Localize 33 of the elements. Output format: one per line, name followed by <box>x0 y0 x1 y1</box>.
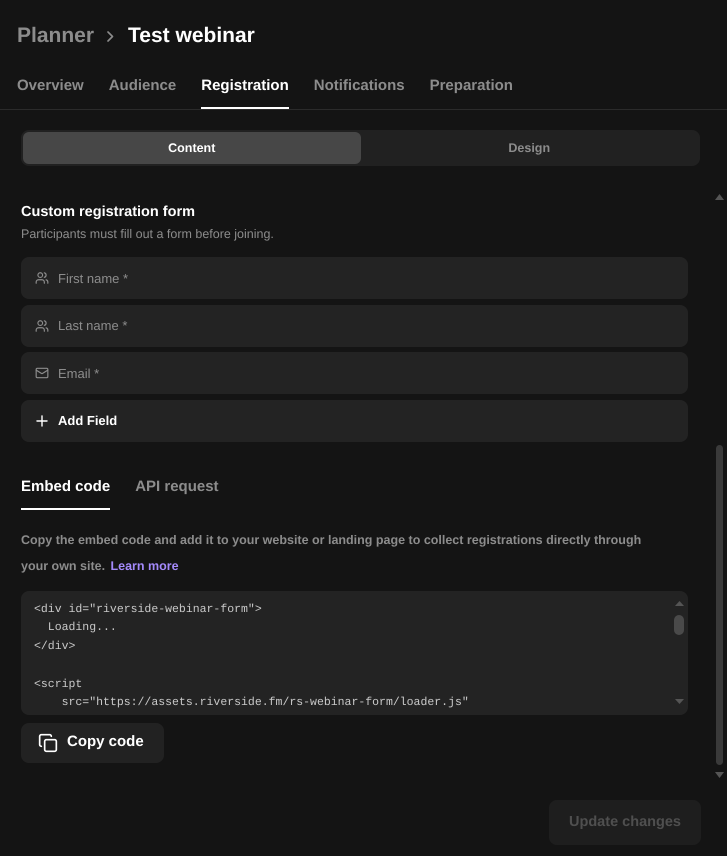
segment-button[interactable]: Design <box>360 132 698 164</box>
users-icon <box>35 271 49 285</box>
email-field[interactable]: Email * <box>21 352 688 394</box>
breadcrumb-link[interactable]: Planner <box>17 24 94 48</box>
plus-icon <box>36 414 48 427</box>
add-field-button[interactable]: Add Field <box>21 400 688 442</box>
tab[interactable]: Registration <box>201 76 289 109</box>
tab[interactable]: Overview <box>17 76 84 109</box>
tab[interactable]: Audience <box>108 76 176 109</box>
copy-icon <box>38 732 58 752</box>
name-field[interactable]: First name * <box>21 257 688 299</box>
copy-code-button[interactable]: Copy code <box>21 722 164 762</box>
section-description: Participants must fill out a form before joining. <box>21 226 275 243</box>
chevron-right-icon <box>107 30 114 42</box>
embed-code: <div id="riverside-webinar-form"> Loading... </div> <script src="https://assets.riverside.fm/rs-webinar-form/loader.js" <box>33 602 470 712</box>
page-title: Test webinar <box>128 24 255 48</box>
name-field[interactable]: Last name * <box>21 304 688 346</box>
scrollbar-thumb[interactable] <box>716 445 722 765</box>
scrollbar-thumb[interactable] <box>674 614 684 634</box>
tab[interactable]: API request <box>135 476 219 510</box>
mail-icon <box>35 366 49 380</box>
tab[interactable]: Notifications <box>314 76 405 109</box>
scroll-down-arrow-icon[interactable] <box>714 772 724 778</box>
scroll-up-arrow-icon[interactable] <box>674 600 684 606</box>
segment-button[interactable]: Content <box>23 132 360 164</box>
tab[interactable]: Preparation <box>430 76 513 109</box>
embed-description: Copy the embed code and add it to your website or landing page to collect registrations directly through your own site. Learn more <box>21 532 642 575</box>
tab[interactable]: Embed code <box>21 476 110 510</box>
scroll-down-arrow-icon[interactable] <box>674 698 684 704</box>
users-icon <box>35 318 49 332</box>
scroll-up-arrow-icon[interactable] <box>714 194 724 200</box>
section-title: Custom registration form <box>21 203 196 222</box>
learn-more-link[interactable]: Learn more <box>110 558 179 572</box>
